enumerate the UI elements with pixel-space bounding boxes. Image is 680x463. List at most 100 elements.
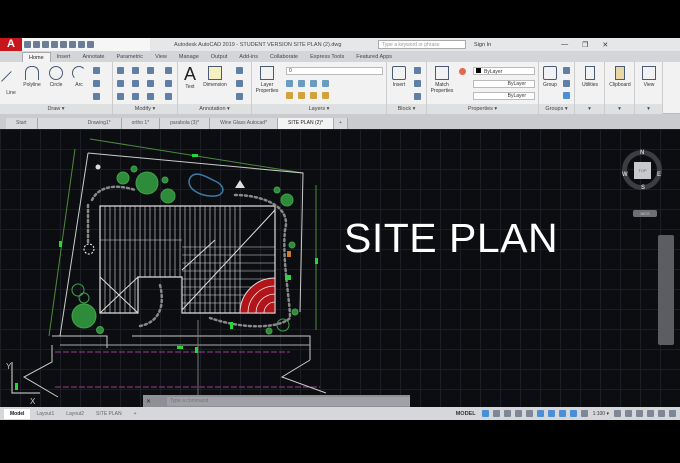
tab-collaborate[interactable]: Collaborate — [264, 52, 304, 62]
drawing-canvas[interactable]: Y X SITE PLAN — [0, 129, 680, 407]
grid-icon[interactable] — [481, 410, 489, 417]
layer-dropdown[interactable]: 0 — [286, 67, 383, 75]
new-tab-button[interactable]: + — [334, 118, 348, 129]
annotation-scale-icon[interactable] — [580, 410, 588, 417]
utilities-panel[interactable]: Utilities ▾ — [575, 62, 605, 114]
compass-east[interactable]: E — [657, 172, 661, 178]
create-block-icon[interactable] — [414, 67, 421, 74]
color-dropdown[interactable]: ByLayer — [473, 67, 535, 75]
insert-tool[interactable]: Insert — [389, 66, 409, 88]
text-tool[interactable]: A Text — [180, 64, 200, 90]
close-button[interactable]: ✕ — [602, 41, 608, 49]
erase-icon[interactable] — [165, 67, 172, 74]
undo-icon[interactable] — [78, 41, 85, 48]
attribute-icon[interactable] — [414, 93, 421, 100]
edit-block-icon[interactable] — [414, 80, 421, 87]
offset-icon[interactable] — [165, 93, 172, 100]
viewcube-top-face[interactable]: TOP — [634, 162, 651, 179]
layer-tool-icon[interactable] — [298, 92, 305, 99]
tab-featured-apps[interactable]: Featured Apps — [350, 52, 398, 62]
command-input[interactable] — [167, 396, 410, 406]
table-icon[interactable] — [236, 93, 243, 100]
compass-south[interactable]: S — [641, 185, 645, 191]
wcs-menu[interactable]: WCS — [633, 210, 657, 217]
hatch-icon[interactable] — [93, 93, 100, 100]
clean-screen-icon[interactable] — [658, 410, 665, 417]
file-tab-parabola[interactable]: parabola (3)* — [160, 118, 211, 129]
layout-tab-layout2[interactable]: Layout2 — [60, 409, 90, 419]
customization-menu-icon[interactable] — [669, 410, 676, 417]
sign-in-button[interactable]: Sign In — [474, 42, 491, 48]
compass-north[interactable]: N — [640, 150, 644, 156]
web-icon[interactable] — [60, 41, 67, 48]
match-properties-tool[interactable]: Match Properties — [427, 66, 457, 94]
group-selection-icon[interactable] — [563, 92, 570, 99]
tab-output[interactable]: Output — [205, 52, 234, 62]
layer-tool-icon[interactable] — [322, 80, 329, 87]
polyline-tool[interactable]: Polyline — [20, 66, 44, 88]
view-panel[interactable]: View ▾ — [635, 62, 663, 114]
search-input[interactable]: Type a keyword or phrase — [378, 40, 466, 49]
model-space-toggle[interactable]: MODEL — [456, 411, 476, 417]
layout-tab-model[interactable]: Model — [4, 408, 31, 419]
rotate-icon[interactable] — [132, 67, 139, 74]
layout-tab-site-plan[interactable]: SITE PLAN — [90, 409, 128, 419]
tab-manage[interactable]: Manage — [173, 52, 205, 62]
move-icon[interactable] — [117, 67, 124, 74]
new-icon[interactable] — [24, 41, 31, 48]
array-icon[interactable] — [147, 93, 154, 100]
file-tab-site-plan[interactable]: SITE PLAN (2)* — [278, 118, 335, 129]
trim-icon[interactable] — [147, 67, 154, 74]
circle-tool[interactable]: Circle — [46, 66, 66, 88]
groups-panel-label[interactable]: Groups ▾ — [539, 104, 574, 114]
rectangle-icon[interactable] — [93, 67, 100, 74]
autocad-logo[interactable]: A — [0, 38, 22, 51]
lineweight-dropdown[interactable]: ByLayer — [473, 92, 535, 100]
save-icon[interactable] — [42, 41, 49, 48]
layer-tool-icon[interactable] — [310, 80, 317, 87]
block-panel-label[interactable]: Block ▾ — [387, 104, 426, 114]
scale-icon[interactable] — [132, 93, 139, 100]
annotation-panel-label[interactable]: Annotation ▾ — [178, 104, 251, 114]
lineweight-icon[interactable] — [547, 410, 555, 417]
layer-tool-icon[interactable] — [286, 80, 293, 87]
layer-tool-icon[interactable] — [322, 92, 329, 99]
draw-panel-label[interactable]: Draw ▾ — [0, 104, 112, 114]
linear-dim-icon[interactable] — [236, 67, 243, 74]
tab-home[interactable]: Home — [22, 52, 51, 62]
copy-icon[interactable] — [117, 80, 124, 87]
tab-parametric[interactable]: Parametric — [110, 52, 149, 62]
compass-west[interactable]: W — [622, 172, 628, 178]
tab-add-ins[interactable]: Add-ins — [233, 52, 264, 62]
minimize-button[interactable]: — — [561, 41, 568, 48]
fillet-icon[interactable] — [147, 80, 154, 87]
explode-icon[interactable] — [165, 80, 172, 87]
tab-view[interactable]: View — [149, 52, 173, 62]
group-edit-icon[interactable] — [563, 80, 570, 87]
hardware-accel-icon[interactable] — [647, 410, 654, 417]
workspace-gear-icon[interactable] — [614, 410, 621, 417]
auto-scale-icon[interactable] — [569, 410, 577, 417]
close-command-icon[interactable]: ✕ — [146, 398, 151, 405]
polar-icon[interactable] — [514, 410, 522, 417]
save-as-icon[interactable] — [51, 41, 58, 48]
layout-tab-layout1[interactable]: Layout1 — [30, 409, 60, 419]
group-tool[interactable]: Group — [540, 66, 560, 88]
otrack-icon[interactable] — [536, 410, 544, 417]
ortho-icon[interactable] — [503, 410, 511, 417]
stretch-icon[interactable] — [117, 93, 124, 100]
leader-icon[interactable] — [236, 80, 243, 87]
open-icon[interactable] — [33, 41, 40, 48]
ungroup-icon[interactable] — [563, 67, 570, 74]
file-tab-ortho[interactable]: ortho 1* — [121, 118, 161, 129]
plot-icon[interactable] — [69, 41, 76, 48]
clipboard-panel[interactable]: Clipboard ▾ — [605, 62, 635, 114]
maximize-button[interactable]: ❐ — [582, 41, 588, 49]
annotation-visibility-icon[interactable] — [558, 410, 566, 417]
linetype-dropdown[interactable]: ByLayer — [473, 80, 535, 88]
file-tab-wine-glass[interactable]: Wine Glass Autocad* — [210, 118, 279, 129]
properties-panel-label[interactable]: Properties ▾ — [427, 104, 538, 114]
annotation-scale-dropdown[interactable]: 1:100 ▾ — [593, 411, 609, 417]
layer-tool-icon[interactable] — [310, 92, 317, 99]
add-icon[interactable] — [625, 410, 632, 417]
